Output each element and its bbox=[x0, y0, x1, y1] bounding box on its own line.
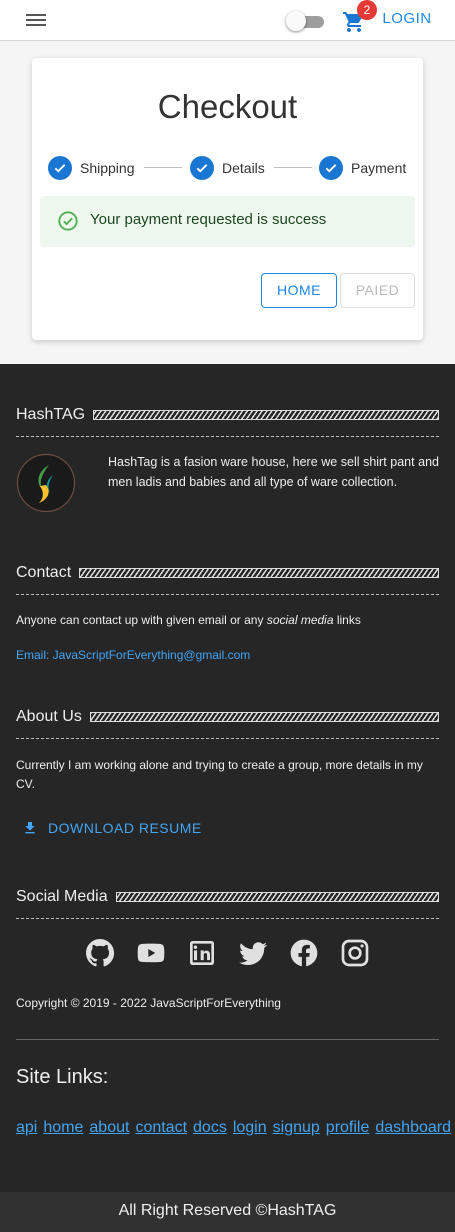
step-connector bbox=[144, 167, 182, 168]
alert-message: Your payment requested is success bbox=[90, 211, 327, 228]
link-home[interactable]: home bbox=[43, 1119, 83, 1136]
section-title: HashTAG bbox=[16, 406, 86, 423]
stripes-decoration bbox=[79, 568, 439, 578]
contact-description: Anyone can contact up with given email o… bbox=[16, 613, 361, 627]
dashed-divider bbox=[16, 918, 439, 919]
cart-count-badge: 2 bbox=[357, 0, 377, 20]
step-label: Details bbox=[222, 160, 265, 176]
section-title: Social Media bbox=[16, 888, 108, 905]
step-details: Details bbox=[190, 154, 265, 182]
cart-button[interactable]: 2 bbox=[342, 0, 377, 34]
dashed-divider bbox=[16, 436, 439, 437]
dashed-divider bbox=[16, 738, 439, 739]
instagram-icon[interactable] bbox=[339, 937, 371, 969]
hashtag-description: HashTag is a fasion ware house, here we … bbox=[108, 455, 439, 489]
check-icon bbox=[319, 156, 343, 180]
stripes-decoration bbox=[115, 892, 439, 902]
contact-emphasis: social media bbox=[266, 613, 334, 627]
dashed-divider bbox=[16, 594, 439, 595]
page-title: Checkout bbox=[157, 88, 298, 125]
facebook-icon[interactable] bbox=[288, 937, 320, 969]
home-button[interactable]: HOME bbox=[261, 273, 337, 308]
footer: HashTAG HashTag is a fasion ware house, … bbox=[0, 364, 455, 1232]
about-description: Currently I am working alone and trying … bbox=[16, 758, 423, 791]
stripes-decoration bbox=[89, 712, 439, 722]
checkout-stepper: Shipping Details Payment bbox=[48, 154, 408, 182]
contact-heading: Contact bbox=[16, 562, 439, 584]
paied-button: PAIED bbox=[340, 273, 415, 308]
menu-icon[interactable] bbox=[26, 14, 46, 28]
check-circle-icon bbox=[58, 211, 78, 231]
link-login[interactable]: login bbox=[233, 1119, 267, 1136]
contact-text: Anyone can contact up with given email o… bbox=[16, 613, 267, 627]
linkedin-icon[interactable] bbox=[186, 937, 218, 969]
about-heading: About Us bbox=[16, 706, 439, 728]
stripes-decoration bbox=[93, 410, 439, 420]
check-icon bbox=[48, 156, 72, 180]
link-about[interactable]: about bbox=[89, 1119, 129, 1136]
checkout-card: Checkout Shipping Details Payment Your p… bbox=[32, 58, 423, 340]
site-links: api home about contact docs login signup profil… bbox=[16, 1112, 451, 1144]
brand-logo bbox=[16, 453, 76, 513]
check-icon bbox=[190, 156, 214, 180]
step-label: Shipping bbox=[80, 160, 135, 176]
theme-toggle[interactable] bbox=[286, 11, 324, 31]
link-api[interactable]: api bbox=[16, 1119, 37, 1136]
link-signup[interactable]: signup bbox=[273, 1119, 320, 1136]
toggle-thumb bbox=[286, 11, 306, 31]
download-icon bbox=[25, 822, 35, 834]
download-label: DOWNLOAD RESUME bbox=[48, 820, 202, 836]
link-profile[interactable]: profile bbox=[326, 1119, 370, 1136]
github-icon[interactable] bbox=[84, 937, 116, 969]
social-links bbox=[84, 937, 371, 969]
step-payment: Payment bbox=[319, 154, 406, 182]
copyright-text: Copyright © 2019 - 2022 JavaScriptForEve… bbox=[16, 996, 281, 1010]
link-dashboard[interactable]: dashboard bbox=[375, 1119, 451, 1136]
hashtag-heading: HashTAG bbox=[16, 404, 439, 426]
footer-divider bbox=[16, 1039, 439, 1040]
login-button[interactable]: LOGIN bbox=[378, 8, 436, 30]
email-link[interactable]: Email: JavaScriptForEverything@gmail.com bbox=[16, 648, 250, 662]
success-alert: Your payment requested is success bbox=[40, 196, 415, 247]
rights-bar: All Right Reserved ©HashTAG bbox=[0, 1192, 455, 1232]
section-title: Contact bbox=[16, 564, 72, 581]
link-contact[interactable]: contact bbox=[135, 1119, 187, 1136]
step-connector bbox=[274, 167, 312, 168]
download-resume-button[interactable]: DOWNLOAD RESUME bbox=[22, 819, 202, 837]
contact-text: links bbox=[333, 613, 361, 627]
step-shipping: Shipping bbox=[48, 154, 135, 182]
section-title: About Us bbox=[16, 708, 82, 725]
site-links-title: Site Links: bbox=[16, 1066, 109, 1088]
step-label: Payment bbox=[351, 160, 407, 176]
social-heading: Social Media bbox=[16, 886, 439, 908]
youtube-icon[interactable] bbox=[135, 937, 167, 969]
twitter-icon[interactable] bbox=[237, 937, 269, 969]
link-docs[interactable]: docs bbox=[193, 1119, 227, 1136]
app-bar: 2 LOGIN bbox=[0, 0, 455, 41]
